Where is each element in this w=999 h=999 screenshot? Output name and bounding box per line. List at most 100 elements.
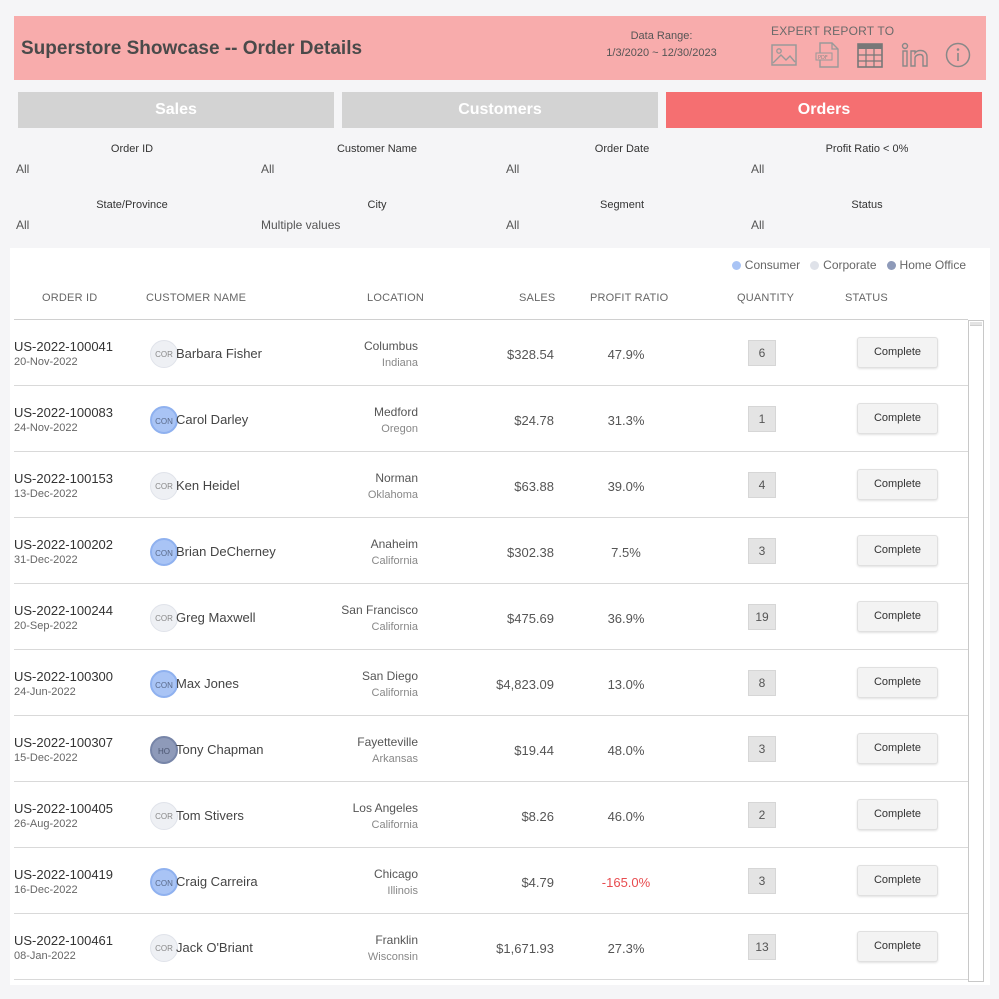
column-header-customer-name[interactable]: CUSTOMER NAME: [146, 292, 246, 304]
table-row[interactable]: US-2022-100405 26-Aug-2022 COR Tom Stivers L…: [14, 782, 968, 848]
customer-name: Barbara Fisher: [176, 346, 262, 361]
image-icon[interactable]: [769, 40, 799, 70]
order-date: 24-Nov-2022: [14, 422, 78, 434]
table-row[interactable]: US-2022-100041 20-Nov-2022 COR Barbara Fish…: [14, 320, 968, 386]
status-button[interactable]: Complete: [857, 535, 938, 566]
status-button[interactable]: Complete: [857, 337, 938, 368]
location-city: Franklin: [375, 933, 418, 947]
profit-ratio-value: 36.9%: [607, 611, 645, 626]
sales-value: $4,823.09: [496, 677, 554, 692]
table-row[interactable]: US-2022-100419 16-Dec-2022 CON Craig Carrei…: [14, 848, 968, 914]
table-row[interactable]: US-2022-100083 24-Nov-2022 CON Carol Darley…: [14, 386, 968, 452]
filter-customer-name[interactable]: All: [261, 162, 274, 176]
status-button[interactable]: Complete: [857, 733, 938, 764]
filter-city[interactable]: Multiple values: [261, 218, 340, 232]
order-id: US-2022-100405: [14, 801, 114, 816]
quantity-value: 1: [748, 406, 776, 432]
column-header-location[interactable]: LOCATION: [367, 292, 424, 304]
legend-item-corporate[interactable]: Corporate: [810, 258, 877, 272]
table-scrollbar[interactable]: [968, 320, 984, 982]
status-button[interactable]: Complete: [857, 403, 938, 434]
quantity-value: 13: [748, 934, 776, 960]
location-state: Arkansas: [372, 753, 418, 765]
customer-name: Jack O'Briant: [176, 940, 253, 955]
sales-value: $1,671.93: [496, 941, 554, 956]
location-state: California: [371, 819, 418, 831]
tab-customers[interactable]: Customers: [342, 92, 658, 128]
profit-ratio-value: -165.0%: [601, 875, 651, 890]
table-row[interactable]: US-2022-100461 08-Jan-2022 COR Jack O'Brian…: [14, 914, 968, 980]
column-header-profit-ratio[interactable]: PROFIT RATIO: [590, 292, 668, 304]
legend-item-consumer[interactable]: Consumer: [731, 258, 801, 272]
location-city: Columbus: [363, 339, 418, 353]
column-header-status[interactable]: STATUS: [845, 292, 888, 304]
customer-name: Greg Maxwell: [176, 610, 256, 625]
filter-label-status: Status: [851, 199, 883, 211]
order-id: US-2022-100419: [14, 867, 114, 882]
order-date: 08-Jan-2022: [14, 950, 76, 962]
tab-orders[interactable]: Orders: [666, 92, 982, 128]
filter-label-state: State/Province: [96, 199, 168, 211]
profit-ratio-value: 47.9%: [607, 347, 645, 362]
linkedin-icon[interactable]: [900, 40, 930, 70]
status-button[interactable]: Complete: [857, 865, 938, 896]
filter-order-id[interactable]: All: [16, 162, 29, 176]
sales-value: $19.44: [514, 743, 554, 758]
quantity-value: 8: [748, 670, 776, 696]
location-state: Wisconsin: [367, 951, 418, 963]
sales-value: $302.38: [507, 545, 554, 560]
filter-label-order-id: Order ID: [110, 143, 154, 155]
legend-dot-consumer: [731, 260, 741, 270]
order-id: US-2022-100202: [14, 537, 114, 552]
filter-profit-ratio[interactable]: All: [751, 162, 764, 176]
location-state: Oregon: [381, 423, 418, 435]
status-button[interactable]: Complete: [857, 469, 938, 500]
legend-item-home-office[interactable]: Home Office: [886, 258, 966, 272]
table-row[interactable]: US-2022-100202 31-Dec-2022 CON Brian DeCher…: [14, 518, 968, 584]
segment-avatar: COR: [150, 802, 178, 830]
tab-sales[interactable]: Sales: [18, 92, 334, 128]
order-date: 26-Aug-2022: [14, 818, 78, 830]
order-id: US-2022-100083: [14, 405, 114, 420]
status-button[interactable]: Complete: [857, 931, 938, 962]
segment-avatar: COR: [150, 604, 178, 632]
filter-order-date[interactable]: All: [506, 162, 519, 176]
scrollbar-thumb[interactable]: [970, 322, 982, 326]
legend-label-consumer: Consumer: [744, 258, 801, 272]
crosstab-icon[interactable]: [855, 40, 885, 70]
location-city: Anaheim: [370, 537, 418, 551]
pdf-icon[interactable]: PDF: [812, 40, 842, 70]
column-header-order-id[interactable]: ORDER ID: [42, 292, 97, 304]
customer-name: Tony Chapman: [176, 742, 264, 757]
order-id: US-2022-100153: [14, 471, 114, 486]
column-header-sales[interactable]: SALES: [519, 292, 555, 304]
quantity-value: 2: [748, 802, 776, 828]
order-date: 20-Nov-2022: [14, 356, 78, 368]
legend-label-corporate: Corporate: [823, 258, 877, 272]
export-label: EXPERT REPORT TO: [771, 24, 895, 38]
location-city: San Francisco: [341, 603, 418, 617]
info-icon[interactable]: [943, 40, 973, 70]
filter-label-profit-ratio: Profit Ratio < 0%: [825, 143, 909, 155]
status-button[interactable]: Complete: [857, 601, 938, 632]
filter-label-segment: Segment: [599, 199, 645, 211]
order-id: US-2022-100307: [14, 735, 114, 750]
order-date: 31-Dec-2022: [14, 554, 78, 566]
status-button[interactable]: Complete: [857, 667, 938, 698]
filter-status[interactable]: All: [751, 218, 764, 232]
table-row[interactable]: US-2022-100244 20-Sep-2022 COR Greg Maxwell…: [14, 584, 968, 650]
legend-dot-home-office: [886, 260, 896, 270]
location-state: California: [371, 555, 418, 567]
customer-name: Max Jones: [176, 676, 239, 691]
profit-ratio-value: 13.0%: [607, 677, 645, 692]
table-row[interactable]: US-2022-100300 24-Jun-2022 CON Max Jones San…: [14, 650, 968, 716]
sales-value: $8.26: [521, 809, 554, 824]
order-id: US-2022-100041: [14, 339, 114, 354]
segment-avatar: COR: [150, 472, 178, 500]
column-header-quantity[interactable]: QUANTITY: [737, 292, 794, 304]
filter-segment[interactable]: All: [506, 218, 519, 232]
table-row[interactable]: US-2022-100153 13-Dec-2022 COR Ken Heidel No…: [14, 452, 968, 518]
table-row[interactable]: US-2022-100307 15-Dec-2022 HO Tony Chapman F…: [14, 716, 968, 782]
status-button[interactable]: Complete: [857, 799, 938, 830]
filter-state[interactable]: All: [16, 218, 29, 232]
